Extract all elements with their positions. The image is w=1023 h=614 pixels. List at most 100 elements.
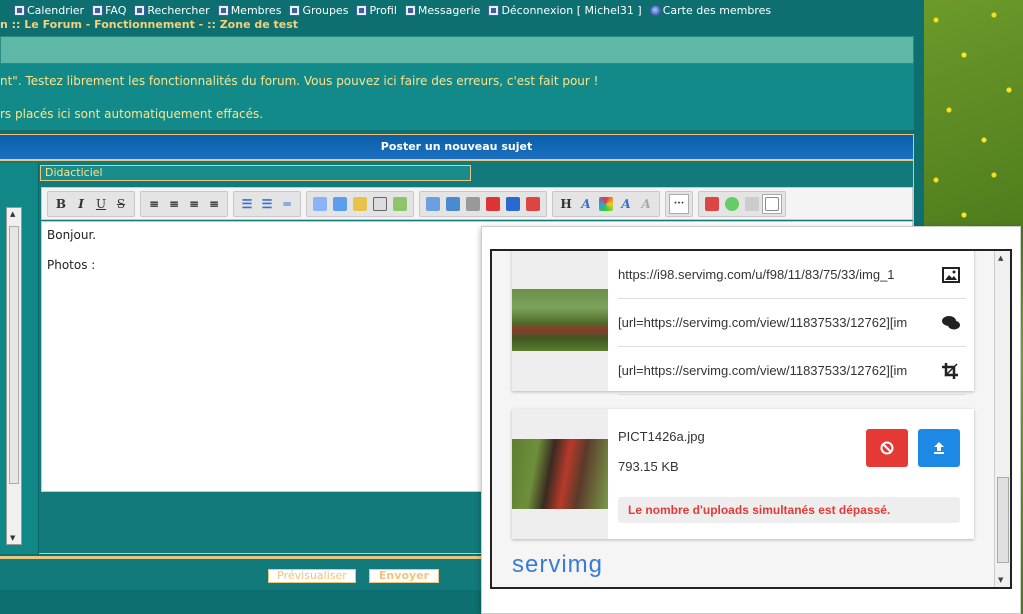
scroll-up-arrow-icon[interactable]: ▲ (998, 254, 1003, 262)
uploaded-thumbnail (512, 251, 608, 391)
nav-member-map[interactable]: Carte des membres (649, 4, 771, 17)
machine-photo-thumbnail (512, 289, 608, 351)
file-size: 793.15 KB (618, 459, 679, 474)
nav-profile[interactable]: Profil (356, 4, 397, 17)
heading-button[interactable]: H (556, 194, 576, 214)
search-icon (134, 4, 146, 16)
calendar-icon (14, 4, 25, 16)
forum-description: nt". Testez librement les fonctionnalité… (0, 64, 914, 130)
scroll-down-arrow-icon[interactable]: ▼ (10, 534, 15, 542)
font-button[interactable]: A (616, 194, 636, 214)
cancel-upload-button[interactable] (866, 429, 908, 467)
file-name: PICT1426a.jpg (618, 429, 705, 444)
logout-icon (488, 4, 500, 16)
crop-icon[interactable] (942, 363, 960, 379)
link-row-forum[interactable]: [url=https://servimg.com/view/11837533/1… (618, 299, 966, 347)
toolbar-group-more: ··· (665, 190, 693, 217)
youtube-icon[interactable] (483, 194, 503, 214)
bold-button[interactable]: B (51, 194, 71, 214)
comments-icon[interactable] (942, 315, 960, 331)
link-icon[interactable] (463, 194, 483, 214)
post-form-title: Poster un nouveau sujet (0, 135, 913, 161)
popup-scrollbar-thumb[interactable] (997, 477, 1009, 563)
underline-button[interactable]: U (91, 194, 111, 214)
toolbar-group-misc (698, 190, 786, 217)
align-justify-icon[interactable]: ≡ (204, 194, 224, 214)
send-button[interactable]: Envoyer (369, 569, 439, 583)
top-navigation-bar: Calendrier FAQ Rechercher Membres Groupe… (0, 0, 924, 32)
servimg-frame: https://i98.servimg.com/u/f98/11/83/75/3… (490, 249, 1012, 589)
hr-icon[interactable]: ═ (277, 194, 297, 214)
smilies-scrollbar[interactable]: ▲ ▼ (6, 207, 22, 545)
toolbar-group-format: B I U S (47, 190, 135, 217)
nav-search[interactable]: Rechercher (134, 4, 210, 17)
direct-link-text[interactable]: https://i98.servimg.com/u/f98/11/83/75/3… (618, 251, 928, 298)
faq-icon (92, 4, 104, 16)
upload-error-message: Le nombre d'uploads simultanés est dépas… (618, 497, 960, 523)
groups-icon (289, 4, 301, 16)
notice-line-1: nt". Testez librement les fonctionnalité… (0, 74, 599, 88)
servimg-upload-popup: https://i98.servimg.com/u/f98/11/83/75/3… (481, 226, 1021, 614)
messages-icon (404, 4, 416, 16)
paste-icon[interactable] (742, 194, 762, 214)
bullet-list-icon[interactable]: ☰ (237, 194, 257, 214)
pending-thumbnail (512, 409, 608, 539)
source-mode-icon[interactable] (762, 193, 782, 214)
toolbar-group-media (419, 190, 547, 217)
scrollbar-thumb[interactable] (9, 226, 19, 484)
align-center-icon[interactable]: ≡ (164, 194, 184, 214)
popup-scrollbar[interactable]: ▲ ▼ (994, 251, 1010, 587)
font-size-icon[interactable]: A (576, 194, 596, 214)
pending-upload-card: PICT1426a.jpg 793.15 KB Le nombre d'uplo… (512, 409, 974, 539)
uploaded-image-card: https://i98.servimg.com/u/f98/11/83/75/3… (512, 251, 974, 395)
subject-input[interactable]: Didacticiel (40, 165, 471, 181)
time-icon[interactable] (722, 194, 742, 214)
preview-button[interactable]: Prévisualiser (268, 569, 356, 583)
servimg-logo[interactable]: servimg (512, 551, 603, 579)
color-icon[interactable] (596, 194, 616, 214)
image-upload-icon[interactable] (423, 194, 443, 214)
link-row-thumb[interactable]: [url=https://servimg.com/view/11837533/1… (618, 347, 966, 395)
nav-links: Calendrier FAQ Rechercher Membres Groupe… (0, 3, 771, 17)
forum-link-text[interactable]: [url=https://servimg.com/view/11837533/1… (618, 299, 928, 346)
image-icon[interactable] (942, 267, 960, 283)
dailymotion-icon[interactable] (503, 194, 523, 214)
editor-toolbar: B I U S ≡ ≡ ≡ ≡ ☰ ☰ ═ H A A A ··· (41, 187, 913, 220)
globe-icon (649, 4, 661, 16)
quote-icon[interactable] (310, 194, 330, 214)
hide-icon[interactable] (370, 194, 390, 214)
remove-format-icon[interactable]: A (636, 194, 656, 214)
date-icon[interactable] (702, 194, 722, 214)
align-right-icon[interactable]: ≡ (184, 194, 204, 214)
spoiler-icon[interactable] (350, 194, 370, 214)
engine-photo-thumbnail (512, 439, 608, 509)
nav-calendar[interactable]: Calendrier (14, 4, 84, 17)
breadcrumb[interactable]: n :: Le Forum - Fonctionnement - :: Zone… (0, 18, 298, 31)
link-row-direct[interactable]: https://i98.servimg.com/u/f98/11/83/75/3… (618, 251, 966, 299)
table-icon[interactable] (390, 194, 410, 214)
more-options-icon[interactable]: ··· (669, 193, 689, 214)
image-icon[interactable] (443, 194, 463, 214)
smilies-column: ▲ ▼ (0, 163, 39, 554)
code-icon[interactable] (330, 194, 350, 214)
notice-line-2: rs placés ici sont automatiquement effac… (0, 107, 264, 121)
ban-icon (880, 441, 894, 455)
upload-icon (934, 442, 944, 454)
nav-groups[interactable]: Groupes (289, 4, 348, 17)
numbered-list-icon[interactable]: ☰ (257, 194, 277, 214)
toolbar-group-insert (306, 190, 414, 217)
italic-button[interactable]: I (71, 194, 91, 214)
strike-button[interactable]: S (111, 194, 131, 214)
thumbnail-link-text[interactable]: [url=https://servimg.com/view/11837533/1… (618, 347, 928, 394)
scroll-down-arrow-icon[interactable]: ▼ (998, 576, 1003, 584)
align-left-icon[interactable]: ≡ (144, 194, 164, 214)
nav-logout[interactable]: Déconnexion [ Michel31 ] (488, 4, 642, 17)
forum-header-bar (0, 36, 914, 64)
scroll-up-arrow-icon[interactable]: ▲ (10, 210, 15, 218)
nav-messages[interactable]: Messagerie (404, 4, 480, 17)
start-upload-button[interactable] (918, 429, 960, 467)
flash-icon[interactable] (523, 194, 543, 214)
members-icon (217, 4, 229, 16)
nav-members[interactable]: Membres (217, 4, 281, 17)
nav-faq[interactable]: FAQ (92, 4, 126, 17)
